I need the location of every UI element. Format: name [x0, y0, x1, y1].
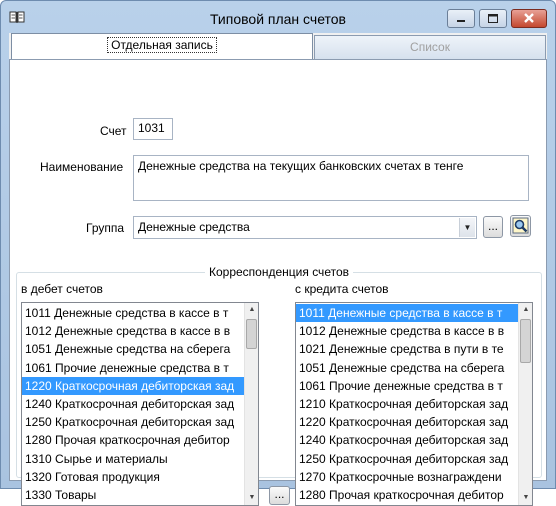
credit-items: 1011 Денежные средства в кассе в т 1012 Д… [296, 303, 532, 504]
list-item[interactable]: 1051 Денежные средства на сберега [296, 359, 532, 377]
tab-list[interactable]: Список [314, 35, 546, 59]
group-label: Группа [86, 221, 125, 235]
list-item[interactable]: 1240 Краткосрочная дебиторская зад [296, 431, 532, 449]
title-bar[interactable]: Типовой план счетов [1, 1, 555, 33]
scroll-thumb[interactable] [246, 319, 257, 349]
name-label: Наименование [40, 160, 124, 174]
credit-label: с кредита счетов [295, 282, 389, 296]
list-item[interactable]: 1280 Прочая краткосрочная дебитор [22, 431, 258, 449]
debit-label: в дебет счетов [21, 282, 103, 296]
debit-items: 1011 Денежные средства в кассе в т 1012 Д… [22, 303, 258, 504]
list-item[interactable]: 1250 Краткосрочная дебиторская зад [296, 450, 532, 468]
credit-scrollbar[interactable]: ▲ ▼ [518, 303, 532, 505]
list-item[interactable]: 1270 Краткосрочные вознаграждени [296, 468, 532, 486]
list-item[interactable]: 1220 Краткосрочная дебиторская зад [22, 376, 258, 395]
list-item[interactable]: 1011 Денежные средства в кассе в т [22, 304, 258, 322]
close-button[interactable] [511, 9, 547, 28]
debit-listbox[interactable]: 1011 Денежные средства в кассе в т 1012 Д… [21, 302, 259, 506]
magnifier-icon [512, 217, 529, 234]
minimize-icon [457, 20, 465, 22]
account-field[interactable]: 1031 [133, 118, 173, 140]
group-browse-button[interactable]: ... [483, 216, 503, 238]
close-icon [524, 13, 534, 23]
client-area: Отдельная запись Список Счет 1031 Наимен… [9, 33, 547, 506]
group-combobox[interactable]: Денежные средства ▼ [133, 216, 477, 239]
list-item[interactable]: 1012 Денежные средства в кассе в в [296, 322, 532, 340]
list-item[interactable]: 1061 Прочие денежные средства в т [296, 377, 532, 395]
group-search-button[interactable] [510, 215, 531, 237]
list-item[interactable]: 1012 Денежные средства в кассе в в [22, 322, 258, 340]
list-item[interactable]: 1320 Готовая продукция [22, 468, 258, 486]
maximize-icon [488, 14, 498, 23]
group-value: Денежные средства [138, 220, 250, 234]
list-item[interactable]: 1061 Прочие денежные средства в т [22, 359, 258, 377]
list-item[interactable]: 1240 Краткосрочная дебиторская зад [22, 395, 258, 413]
name-field[interactable]: Денежные средства на текущих банковских … [133, 155, 529, 201]
list-item[interactable]: 1220 Краткосрочная дебиторская зад [296, 413, 532, 431]
list-item[interactable]: 1310 Сырье и материалы [22, 450, 258, 468]
debit-scrollbar[interactable]: ▲ ▼ [244, 303, 258, 505]
scroll-up-icon[interactable]: ▲ [245, 303, 258, 317]
account-label: Счет [100, 124, 127, 138]
scroll-down-icon[interactable]: ▼ [519, 491, 532, 505]
credit-listbox[interactable]: 1011 Денежные средства в кассе в т 1012 Д… [295, 302, 533, 506]
list-item[interactable]: 1021 Денежные средства в пути в те [296, 340, 532, 358]
tab-label: Отдельная запись [107, 37, 217, 53]
scroll-thumb[interactable] [520, 319, 531, 363]
minimize-button[interactable] [447, 9, 475, 28]
tab-strip: Отдельная запись Список [9, 33, 547, 60]
window: Типовой план счетов Отдельная запись Спи… [0, 0, 556, 506]
list-item[interactable]: 1210 Краткосрочная дебиторская зад [296, 395, 532, 413]
maximize-button[interactable] [479, 9, 507, 28]
correspondence-title: Корреспонденция счетов [205, 265, 353, 279]
tab-single-record[interactable]: Отдельная запись [11, 33, 313, 60]
chevron-down-icon[interactable]: ▼ [459, 218, 475, 237]
tab-label: Список [410, 40, 450, 54]
scroll-down-icon[interactable]: ▼ [245, 491, 258, 505]
scroll-up-icon[interactable]: ▲ [519, 303, 532, 317]
list-item[interactable]: 1011 Денежные средства в кассе в т [296, 304, 532, 323]
record-pane: Счет 1031 Наименование Денежные средства… [9, 59, 547, 506]
list-item[interactable]: 1250 Краткосрочная дебиторская зад [22, 413, 258, 431]
list-item[interactable]: 1051 Денежные средства на сберега [22, 340, 258, 358]
